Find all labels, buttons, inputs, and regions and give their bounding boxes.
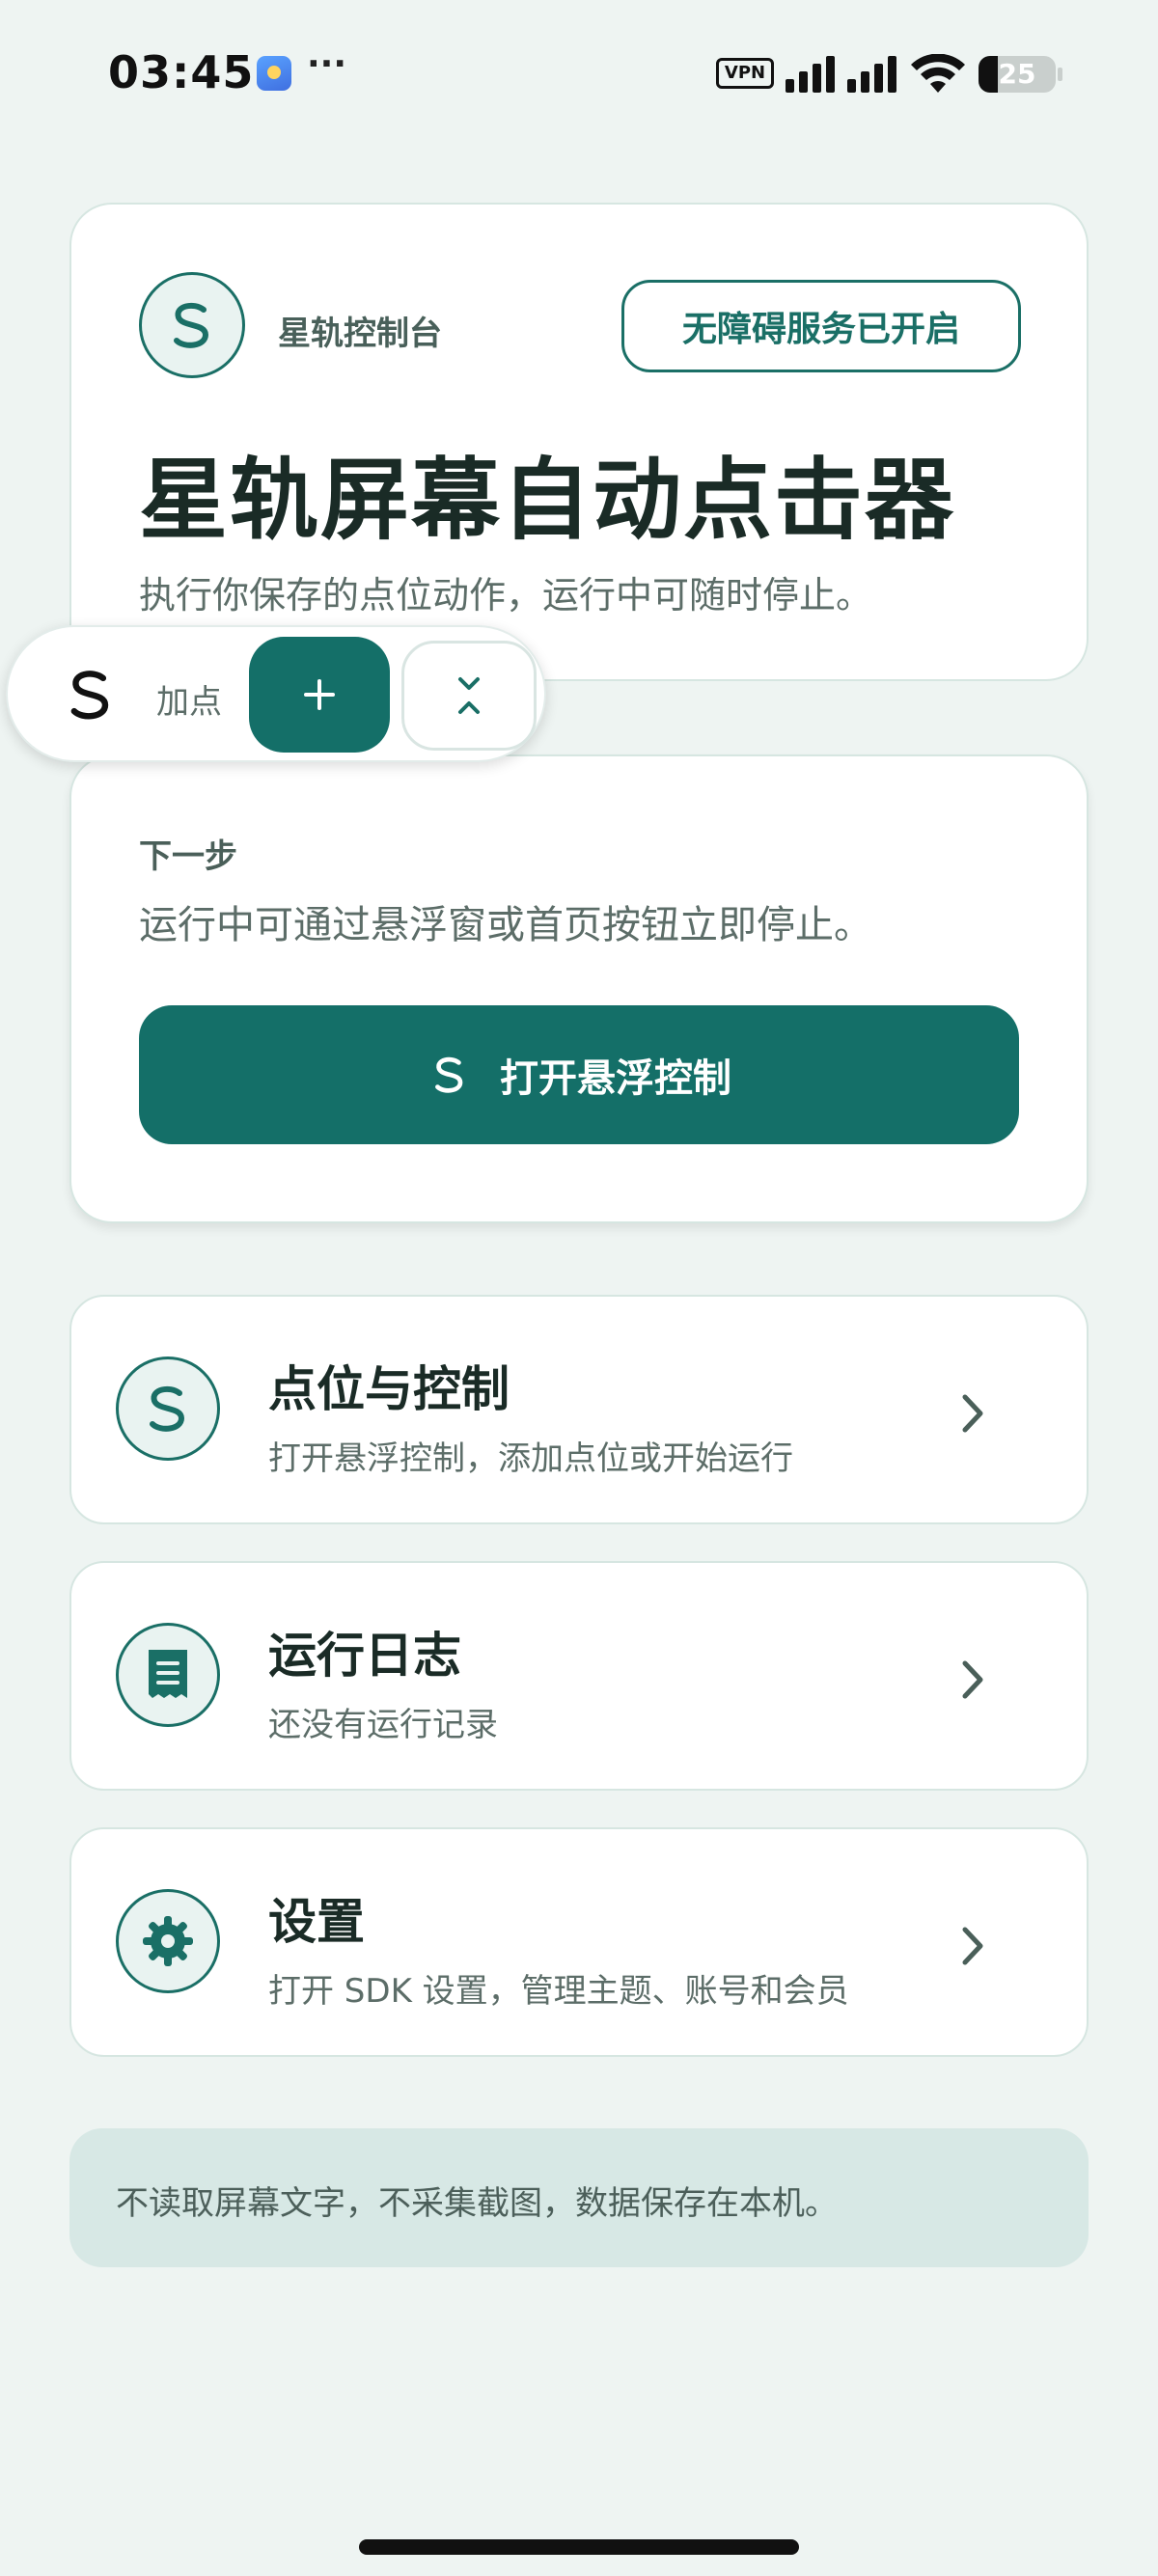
row-subtitle: 还没有运行记录 bbox=[268, 1706, 498, 1744]
float-drag-handle[interactable] bbox=[52, 656, 129, 733]
status-bar: 03:45 ··· VPN 25 bbox=[0, 0, 1158, 145]
gear-icon bbox=[143, 1916, 193, 1966]
open-float-control-button[interactable]: 打开悬浮控制 bbox=[139, 1005, 1019, 1144]
row-icon bbox=[116, 1889, 220, 1993]
collapse-icon bbox=[458, 677, 480, 714]
chevron-right-icon bbox=[962, 1394, 983, 1433]
status-time: 03:45 bbox=[108, 46, 255, 98]
orbit-logo-icon bbox=[70, 671, 109, 720]
row-title: 运行日志 bbox=[268, 1628, 461, 1684]
page-title: 星轨屏幕自动点击器 bbox=[139, 449, 956, 552]
row-title: 设置 bbox=[268, 1894, 365, 1950]
row-subtitle: 打开 SDK 设置，管理主题、账号和会员 bbox=[268, 1972, 849, 2011]
brand-logo bbox=[139, 272, 245, 378]
home-indicator[interactable] bbox=[359, 2539, 799, 2555]
row-run-log[interactable]: 运行日志 还没有运行记录 bbox=[69, 1561, 1089, 1791]
receipt-icon bbox=[149, 1650, 187, 1698]
next-step-card: 下一步 运行中可通过悬浮窗或首页按钮立即停止。 打开悬浮控制 bbox=[69, 754, 1089, 1223]
row-icon bbox=[116, 1623, 220, 1727]
plus-icon bbox=[304, 679, 335, 710]
open-float-control-label: 打开悬浮控制 bbox=[500, 1056, 731, 1101]
row-settings[interactable]: 设置 打开 SDK 设置，管理主题、账号和会员 bbox=[69, 1827, 1089, 2057]
float-add-point-label: 加点 bbox=[156, 683, 222, 722]
hero-card: 星轨控制台 无障碍服务已开启 星轨屏幕自动点击器 执行你保存的点位动作，运行中可… bbox=[69, 203, 1089, 681]
orbit-logo-icon bbox=[427, 1052, 473, 1098]
battery-tip bbox=[1058, 68, 1062, 81]
next-step-description: 运行中可通过悬浮窗或首页按钮立即停止。 bbox=[139, 903, 872, 947]
chevron-right-icon bbox=[962, 1927, 983, 1965]
row-points-control[interactable]: 点位与控制 打开悬浮控制，添加点位或开始运行 bbox=[69, 1295, 1089, 1524]
vpn-icon: VPN bbox=[716, 58, 774, 89]
battery-icon: 25 bbox=[979, 56, 1056, 93]
add-point-button[interactable] bbox=[249, 637, 390, 753]
battery-level: 25 bbox=[998, 58, 1036, 90]
privacy-notice: 不读取屏幕文字，不采集截图，数据保存在本机。 bbox=[69, 2128, 1089, 2267]
collapse-float-button[interactable] bbox=[401, 641, 537, 751]
next-step-label: 下一步 bbox=[139, 837, 237, 876]
privacy-notice-text: 不读取屏幕文字，不采集截图，数据保存在本机。 bbox=[116, 2184, 838, 2223]
row-subtitle: 打开悬浮控制，添加点位或开始运行 bbox=[268, 1439, 793, 1478]
signal-icon bbox=[786, 56, 896, 93]
floating-control-bar[interactable]: 加点 bbox=[6, 625, 546, 762]
hero-description: 执行你保存的点位动作，运行中可随时停止。 bbox=[139, 574, 873, 617]
wifi-icon bbox=[911, 54, 965, 93]
accessibility-status-badge: 无障碍服务已开启 bbox=[621, 280, 1021, 372]
orbit-logo-icon bbox=[174, 302, 209, 348]
orbit-logo-icon bbox=[150, 1385, 185, 1432]
more-notifications-icon: ··· bbox=[307, 44, 347, 84]
row-title: 点位与控制 bbox=[268, 1361, 510, 1417]
app-notification-icon bbox=[257, 56, 291, 91]
brand-label: 星轨控制台 bbox=[278, 315, 442, 353]
row-icon bbox=[116, 1357, 220, 1461]
chevron-right-icon bbox=[962, 1660, 983, 1699]
